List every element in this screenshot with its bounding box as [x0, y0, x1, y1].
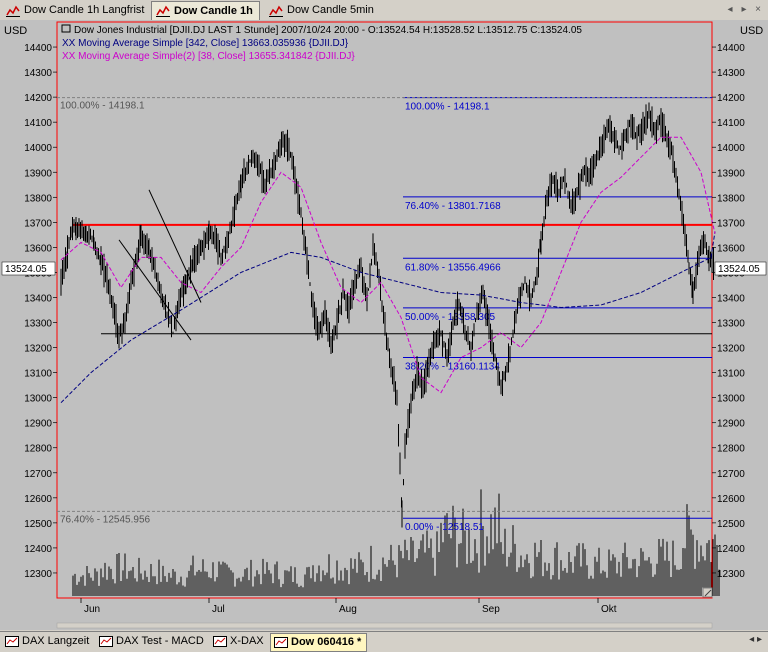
chart-icon	[274, 637, 288, 648]
window-controls: ◂ ▸ ×	[722, 3, 764, 15]
y-tick-label-left: 14200	[24, 93, 52, 104]
tab-dow-candle-1h-langfrist[interactable]: Dow Candle 1h Langfrist	[2, 2, 150, 19]
tab-label: X-DAX	[230, 635, 264, 647]
y-tick-label-left: 13900	[24, 168, 52, 179]
tab-dax-langzeit[interactable]: DAX Langzeit	[2, 633, 94, 650]
y-tick-label-left: 14000	[24, 143, 52, 154]
chart-icon	[213, 636, 227, 647]
tab-label: Dow 060416 *	[291, 636, 362, 648]
horizontal-scrollbar[interactable]	[56, 622, 713, 629]
y-tick-label-left: 13000	[24, 394, 52, 405]
y-tick-label-right: 13100	[717, 369, 745, 380]
current-price-right: 13524.05	[718, 264, 760, 275]
fib-level-label: 100.00% - 14198.1	[405, 102, 490, 113]
tab-dow-candle-5min[interactable]: Dow Candle 5min	[265, 2, 380, 19]
ma38-legend: XX Moving Average Simple(2) [38, Close] …	[62, 51, 355, 62]
y-tick-label-right: 13200	[717, 344, 745, 355]
y-tick-label-right: 14200	[717, 93, 745, 104]
price-chart[interactable]: 100.00% - 14198.1 76.40% - 13801.7168 61.8…	[0, 20, 768, 630]
y-tick-label-right: 13000	[717, 394, 745, 405]
x-tick-label: Jul	[212, 604, 225, 615]
tab-label: Dow Candle 5min	[287, 4, 374, 16]
y-tick-label-right: 13300	[717, 319, 745, 330]
y-tick-label-left: 12500	[24, 519, 52, 530]
y-tick-label-right: 14100	[717, 118, 745, 129]
y-tick-label-right: 12800	[717, 444, 745, 455]
fib-level-label: 61.80% - 13556.4966	[405, 262, 501, 273]
chart-tab-bar: Dow Candle 1h Langfrist Dow Candle 1h Do…	[0, 0, 768, 21]
workspace-tab-bar: DAX Langzeit DAX Test - MACD X-DAX Dow 0…	[0, 631, 768, 652]
fib-ref-label: 100.00% - 14198.1	[60, 101, 145, 112]
chart-icon	[156, 5, 170, 17]
resize-grip-icon[interactable]	[702, 587, 713, 598]
tab-label: DAX Langzeit	[22, 635, 90, 647]
y-tick-label-left: 12600	[24, 494, 52, 505]
tab-dow-candle-1h[interactable]: Dow Candle 1h	[151, 1, 260, 21]
y-tick-label-right: 13900	[717, 168, 745, 179]
tab-label: DAX Test - MACD	[116, 635, 204, 647]
y-axis-unit-left: USD	[4, 25, 27, 37]
y-axis-unit-right: USD	[740, 25, 763, 37]
close-icon[interactable]: ×	[752, 4, 764, 15]
scroll-left-icon[interactable]: ◂	[724, 4, 736, 15]
y-tick-label-left: 13300	[24, 319, 52, 330]
current-price-marker-right: 13524.05	[714, 261, 767, 276]
ma342-legend: XX Moving Average Simple [342, Close] 13…	[62, 38, 349, 49]
chart-window: 100.00% - 14198.1 76.40% - 13801.7168 61.8…	[0, 20, 768, 630]
y-tick-label-right: 12500	[717, 519, 745, 530]
y-tick-label-right: 12900	[717, 419, 745, 430]
y-tick-label-left: 13400	[24, 293, 52, 304]
y-tick-label-right: 12300	[717, 569, 745, 580]
y-tick-label-right: 13400	[717, 293, 745, 304]
tab-label: Dow Candle 1h Langfrist	[24, 4, 145, 16]
y-tick-label-right: 13600	[717, 243, 745, 254]
chart-icon	[269, 5, 283, 17]
y-tick-label-right: 14400	[717, 43, 745, 54]
y-tick-label-left: 13600	[24, 243, 52, 254]
y-tick-label-left: 13100	[24, 369, 52, 380]
tab-dow-060416[interactable]: Dow 060416 *	[270, 633, 368, 652]
tab-label: Dow Candle 1h	[174, 5, 253, 17]
y-tick-label-left: 14400	[24, 43, 52, 54]
fib-level-label: 50.00% - 13358.305	[405, 312, 496, 323]
y-tick-label-left: 14300	[24, 68, 52, 79]
y-tick-label-right: 13700	[717, 218, 745, 229]
y-tick-label-right: 14000	[717, 143, 745, 154]
x-tick-label: Jun	[84, 604, 100, 615]
tab-x-dax[interactable]: X-DAX	[210, 633, 269, 650]
x-tick-label: Okt	[601, 604, 617, 615]
fib-ref-label: 76.40% - 12545.956	[60, 514, 151, 525]
chart-icon	[5, 636, 19, 647]
y-tick-label-left: 13800	[24, 193, 52, 204]
y-tick-label-right: 12700	[717, 469, 745, 480]
y-tick-label-right: 13800	[717, 193, 745, 204]
x-tick-label: Sep	[482, 604, 500, 615]
current-price-left: 13524.05	[5, 264, 47, 275]
tab-dax-test-macd[interactable]: DAX Test - MACD	[96, 633, 209, 650]
fib-level-label: 38.20% - 13160.1134	[405, 362, 500, 373]
y-tick-label-left: 14100	[24, 118, 52, 129]
fib-level-label: 0.00% - 12518.51	[405, 522, 484, 533]
y-tick-label-left: 12700	[24, 469, 52, 480]
y-tick-label-left: 13700	[24, 218, 52, 229]
y-tick-label-right: 12600	[717, 494, 745, 505]
y-tick-label-left: 12300	[24, 569, 52, 580]
y-tick-label-right: 14300	[717, 68, 745, 79]
y-tick-label-left: 12800	[24, 444, 52, 455]
y-tick-label-right: 12400	[717, 544, 745, 555]
y-tick-label-left: 12400	[24, 544, 52, 555]
y-tick-label-left: 13200	[24, 344, 52, 355]
chart-icon	[99, 636, 113, 647]
x-tick-label: Aug	[339, 604, 357, 615]
instrument-title: Dow Jones Industrial [DJII.DJ LAST 1 Stu…	[74, 25, 582, 36]
current-price-marker-left: 13524.05	[1, 261, 56, 276]
chart-icon	[6, 5, 20, 17]
fib-level-label: 76.40% - 13801.7168	[405, 201, 501, 212]
tab-scroll-arrows[interactable]: ◂ ▸	[749, 634, 762, 645]
y-tick-label-left: 12900	[24, 419, 52, 430]
scroll-right-icon[interactable]: ▸	[738, 4, 750, 15]
